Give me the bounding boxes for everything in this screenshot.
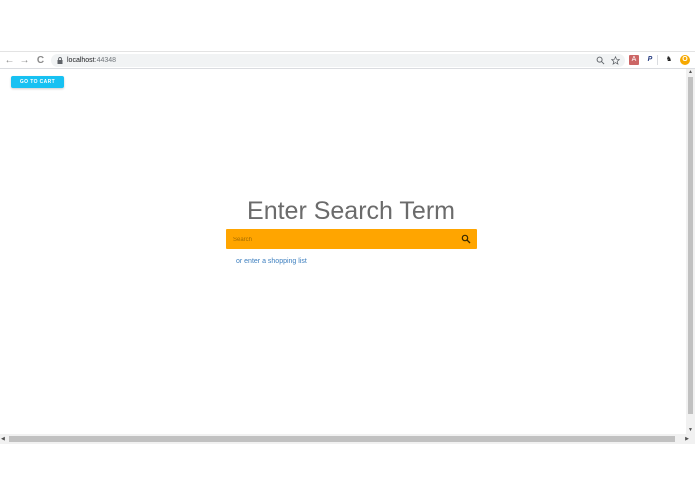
horizontal-scroll-thumb[interactable] [9,436,675,442]
page-viewport: GO TO CART Enter Search Term or enter a … [0,69,686,434]
page-title: Enter Search Term [247,196,455,225]
vertical-scroll-thumb[interactable] [688,77,693,414]
url-text: localhost:44348 [67,57,117,64]
vertical-scrollbar[interactable]: ▲ ▼ [686,69,695,443]
back-icon[interactable]: ← [4,55,15,66]
browser-toolbar: ← → C localhost:44348 A P ♞ O [0,51,695,69]
forward-icon[interactable]: → [19,55,30,66]
profile-avatar[interactable]: O [680,55,690,65]
scroll-down-icon[interactable]: ▼ [688,427,693,433]
extension-horse-icon[interactable]: ♞ [664,55,674,65]
zoom-icon[interactable] [596,56,605,65]
shopping-list-link[interactable]: or enter a shopping list [236,258,307,265]
bookmark-star-icon[interactable] [611,56,620,65]
reload-icon[interactable]: C [35,55,46,66]
toolbar-divider [657,55,658,65]
scroll-left-icon[interactable]: ◀ [1,436,5,442]
paypal-icon[interactable]: P [645,55,655,65]
search-bar [226,229,477,251]
search-icon[interactable] [461,234,471,244]
scroll-right-icon[interactable]: ▶ [685,436,689,442]
search-input[interactable] [231,229,455,251]
scroll-up-icon[interactable]: ▲ [688,69,693,75]
browser-window: ← → C localhost:44348 A P ♞ O GO TO CART… [0,51,695,444]
go-to-cart-button[interactable]: GO TO CART [11,76,64,88]
lock-icon [57,57,63,64]
extension-pdf-icon[interactable]: A [629,55,639,65]
address-bar[interactable]: localhost:44348 [51,54,625,67]
horizontal-scrollbar[interactable]: ◀ ▶ [0,434,695,444]
